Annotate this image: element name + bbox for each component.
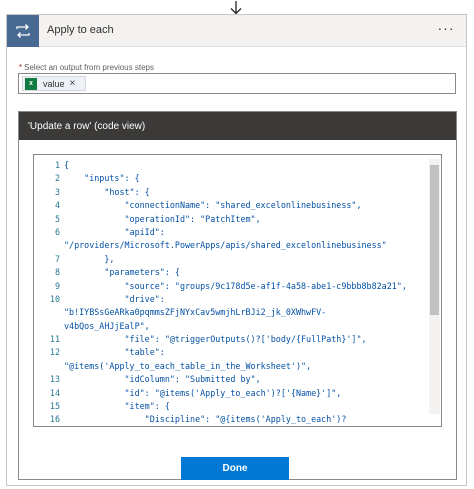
line-number: 3: [54, 186, 60, 197]
select-output-label-text: Select an output from previous steps: [24, 63, 154, 72]
code-text: "file": "@triggerOutputs()?['body/{FullP…: [64, 334, 367, 345]
code-text: "apiId":: [64, 226, 165, 237]
code-text: "source": "groups/9c178d5e-af1f-4a58-abe…: [64, 280, 407, 291]
code-text: "idColumn": "Submitted by",: [64, 374, 261, 385]
line-number: 8: [54, 267, 60, 278]
code-text: },: [64, 253, 115, 264]
code-text: "table":: [64, 347, 165, 358]
update-row-card: 'Update a row' (code view) 1{2 "inputs":…: [18, 111, 457, 480]
code-lines: 1{2 "inputs": {3 "host": {4 "connectionN…: [34, 159, 426, 426]
code-line: 7 },: [34, 253, 426, 266]
value-token[interactable]: x value ×: [22, 76, 86, 91]
code-text: "/providers/Microsoft.PowerApps/apis/sha…: [64, 240, 387, 251]
code-text: "host": {: [64, 186, 150, 197]
code-text: "parameters": {: [64, 267, 180, 278]
code-line: 5 "operationId": "PatchItem",: [34, 213, 426, 226]
code-line: 3 "host": {: [34, 186, 426, 199]
code-text: "operationId": "PatchItem",: [64, 213, 261, 224]
code-line: 13 "idColumn": "Submitted by",: [34, 373, 426, 386]
token-close-icon[interactable]: ×: [70, 78, 76, 89]
code-text: "inputs": {: [64, 173, 140, 184]
line-number: 10: [49, 293, 60, 304]
card-header[interactable]: Apply to each ···: [7, 15, 466, 47]
required-mark: *: [19, 63, 23, 72]
code-line: 2 "inputs": {: [34, 172, 426, 185]
loop-icon: [7, 15, 39, 47]
code-line: 8 "parameters": {: [34, 266, 426, 279]
code-text: "id": "@items('Apply_to_each')?['{Name}'…: [64, 387, 342, 398]
code-line: 9 "source": "groups/9c178d5e-af1f-4a58-a…: [34, 280, 426, 293]
code-line: 12 "table":: [34, 346, 426, 359]
code-line: 6 "apiId":: [34, 226, 426, 239]
code-line: 15 "item": {: [34, 400, 426, 413]
token-label: value: [43, 78, 65, 89]
code-line: 10 "drive":: [34, 293, 426, 306]
update-row-title: 'Update a row' (code view): [28, 121, 146, 132]
code-line: "@items('Apply_to_each_table_in_the_Work…: [34, 360, 426, 373]
line-number: 11: [49, 334, 60, 345]
excel-icon: x: [25, 77, 37, 90]
code-line: 16 "Discipline": "@{items('Apply_to_each…: [34, 413, 426, 426]
apply-to-each-card: Apply to each ··· * Select an output from…: [6, 14, 467, 486]
code-text: "connectionName": "shared_excelonlinebus…: [64, 200, 362, 211]
select-output-input[interactable]: x value ×: [18, 73, 456, 94]
code-scroll-thumb[interactable]: [430, 165, 439, 315]
line-number: 1: [54, 160, 60, 170]
code-text: "item": {: [64, 401, 170, 412]
line-number: 9: [54, 280, 60, 291]
code-line: "/providers/Microsoft.PowerApps/apis/sha…: [34, 239, 426, 252]
line-number: 15: [49, 401, 60, 412]
line-number: 13: [49, 374, 60, 385]
code-scrollbar[interactable]: [429, 159, 440, 414]
line-number: 16: [49, 414, 60, 425]
code-line: 14 "id": "@items('Apply_to_each')?['{Nam…: [34, 387, 426, 400]
select-output-label: * Select an output from previous steps: [19, 63, 154, 72]
line-number: 6: [54, 226, 60, 237]
code-text: "b!IYBSsGeARka0pqmmsZFjNYxCav5wmjhLrBJi2…: [64, 307, 327, 318]
code-line: 4 "connectionName": "shared_excelonlineb…: [34, 199, 426, 212]
code-text: "@items('Apply_to_each_table_in_the_Work…: [64, 360, 312, 371]
line-number: 2: [54, 173, 60, 184]
code-text: "Discipline": "@{items('Apply_to_each')?: [64, 414, 347, 425]
update-row-header[interactable]: 'Update a row' (code view): [19, 112, 456, 140]
line-number: 4: [54, 200, 60, 211]
code-editor[interactable]: 1{2 "inputs": {3 "host": {4 "connectionN…: [33, 154, 442, 427]
line-number: 5: [54, 213, 60, 224]
card-title: Apply to each: [47, 24, 114, 36]
code-text: "drive":: [64, 293, 165, 304]
code-text: {: [64, 160, 70, 170]
line-number: 14: [49, 387, 60, 398]
done-button[interactable]: Done: [181, 457, 289, 480]
code-line: v4bQos_AHJjEalP",: [34, 320, 426, 333]
more-options-icon[interactable]: ···: [436, 21, 456, 38]
code-line: "b!IYBSsGeARka0pqmmsZFjNYxCav5wmjhLrBJi2…: [34, 306, 426, 319]
code-text: v4bQos_AHJjEalP",: [64, 320, 150, 331]
line-number: 12: [49, 347, 60, 358]
code-line: 11 "file": "@triggerOutputs()?['body/{Fu…: [34, 333, 426, 346]
line-number: 7: [54, 253, 60, 264]
code-line: 1{: [34, 159, 426, 172]
